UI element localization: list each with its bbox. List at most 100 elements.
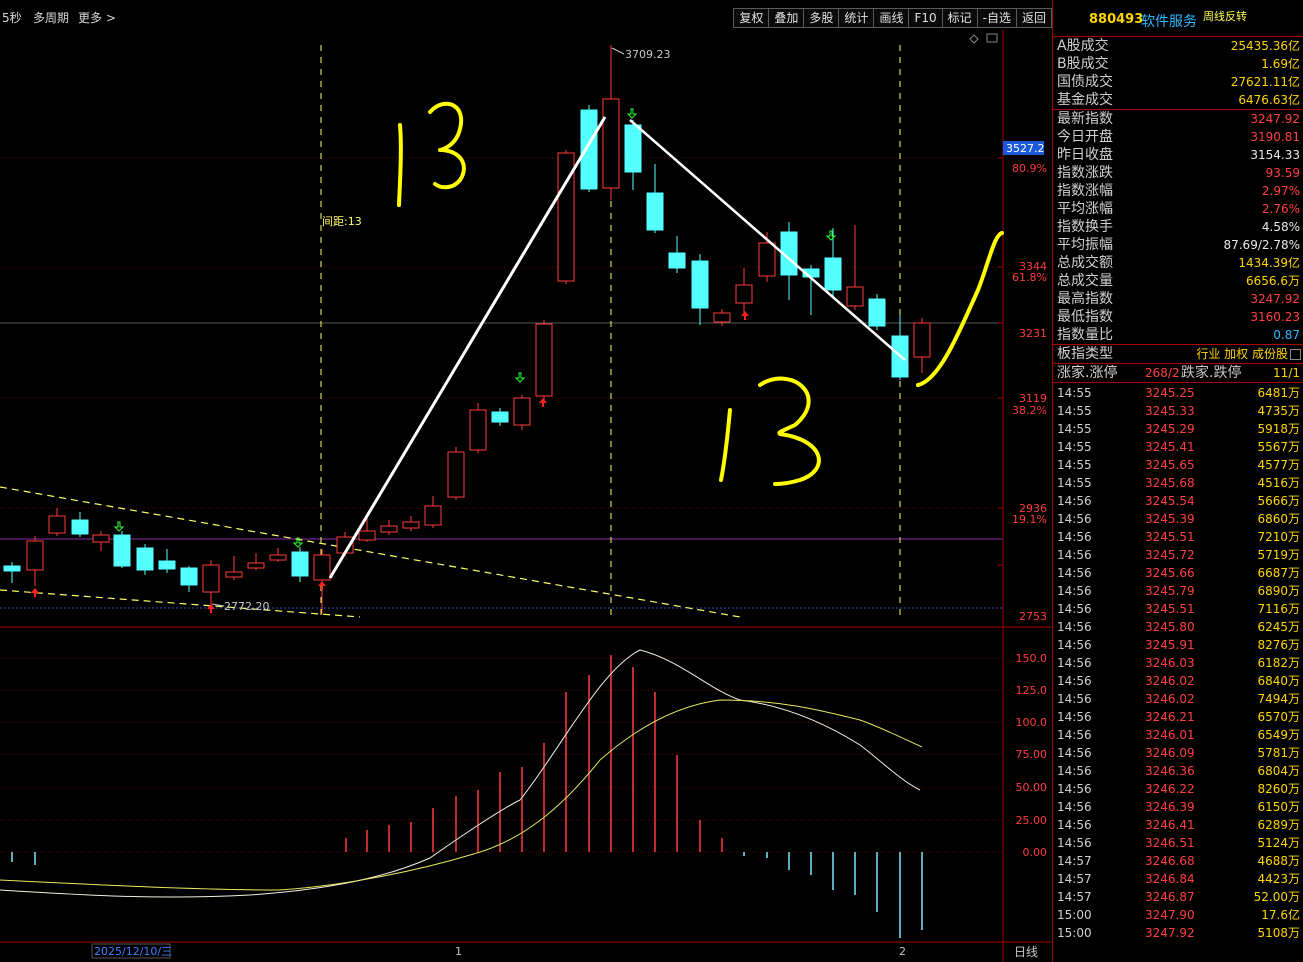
- tick-row: 14:55 3245.33 4735万: [1053, 402, 1303, 420]
- candle-body: [913, 322, 931, 358]
- tick-time: 14:57: [1057, 872, 1092, 886]
- candle-body: [824, 257, 842, 291]
- stat-value: 87.69/2.78%: [1223, 238, 1300, 252]
- tick-time: 14:56: [1057, 548, 1092, 562]
- tick-volume: 4516万: [1257, 476, 1300, 490]
- stat-label: 平均振幅: [1057, 237, 1113, 253]
- stat-row: 最高指数 3247.92: [1053, 290, 1303, 308]
- grid-icon[interactable]: [1290, 349, 1301, 360]
- candle-body: [846, 286, 864, 307]
- stat-label: 昨日收盘: [1057, 147, 1113, 163]
- tick-volume: 4735万: [1257, 404, 1300, 418]
- candle-body: [513, 397, 531, 426]
- stat-value: 3247.92: [1250, 292, 1300, 306]
- tick-row: 14:56 3246.22 8260万: [1053, 780, 1303, 798]
- candle-body: [158, 560, 176, 570]
- tick-price: 3246.39: [1145, 800, 1195, 814]
- tick-price: 3247.90: [1145, 908, 1195, 922]
- tick-row: 14:56 3246.51 5124万: [1053, 834, 1303, 852]
- tick-list[interactable]: 14:55 3245.25 6481万 14:55 3245.33 4735万 14:55 3…: [1053, 383, 1303, 942]
- stat-row: 最低指数 3160.23: [1053, 308, 1303, 326]
- tick-price: 3246.02: [1145, 674, 1195, 688]
- tick-volume: 6860万: [1257, 512, 1300, 526]
- tick-row: 14:56 3245.79 6890万: [1053, 582, 1303, 600]
- tick-price: 3245.79: [1145, 584, 1195, 598]
- tick-volume: 7116万: [1257, 602, 1300, 616]
- candle-body: [758, 242, 776, 277]
- period-label[interactable]: 日线: [1014, 945, 1038, 959]
- tick-price: 3246.36: [1145, 764, 1195, 778]
- tick-row: 14:57 3246.68 4688万: [1053, 852, 1303, 870]
- multi-period-button[interactable]: 多周期: [33, 9, 69, 26]
- tick-row: 15:00 3247.92 5108万: [1053, 924, 1303, 942]
- watchlist-button[interactable]: -自选: [976, 8, 1017, 28]
- ind-label: 50.00: [1016, 781, 1048, 794]
- mark-button[interactable]: 标记: [941, 8, 978, 28]
- candle-body: [646, 192, 664, 231]
- ind-label: 25.00: [1016, 814, 1048, 827]
- candle-body: [624, 124, 642, 173]
- tick-time: 14:56: [1057, 818, 1092, 832]
- candle-body: [291, 551, 309, 577]
- stat-row: 指数换手 4.58%: [1053, 218, 1303, 236]
- stat-label: 最新指数: [1057, 111, 1113, 127]
- tick-price: 3246.09: [1145, 746, 1195, 760]
- more-button[interactable]: 更多 >: [78, 9, 116, 26]
- stat-label: 指数涨幅: [1057, 183, 1113, 199]
- candle-body: [602, 98, 620, 189]
- market-turnover-list: A股成交 25435.36亿 B股成交 1.69亿 国债成交 27621.11亿 基金成交 6…: [1053, 37, 1303, 109]
- tick-volume: 5666万: [1257, 494, 1300, 508]
- stat-value: 3247.92: [1250, 112, 1300, 126]
- date-label: 2025/12/10/三: [94, 945, 172, 958]
- overlay-button[interactable]: 叠加: [768, 8, 805, 28]
- tick-price: 3245.33: [1145, 404, 1195, 418]
- kline-chart[interactable]: 3709.23 2772.20 间距:13 3527.2 80.9% 3344 …: [0, 30, 1052, 962]
- tick-time: 14:56: [1057, 602, 1092, 616]
- tick-volume: 6182万: [1257, 656, 1300, 670]
- candle-body: [491, 411, 509, 423]
- candle-body: [424, 505, 442, 526]
- index-name: 软件服务: [1141, 14, 1197, 30]
- stat-row: 昨日收盘 3154.33: [1053, 146, 1303, 164]
- tick-time: 14:56: [1057, 566, 1092, 580]
- f10-button[interactable]: F10: [908, 8, 943, 28]
- period-button[interactable]: 5秒: [2, 9, 22, 26]
- stat-value: 0.87: [1273, 328, 1300, 342]
- tick-row: 14:56 3246.09 5781万: [1053, 744, 1303, 762]
- tick-time: 15:00: [1057, 926, 1092, 940]
- candle-body: [535, 323, 553, 397]
- stats-button[interactable]: 统计: [838, 8, 875, 28]
- tick-row: 14:57 3246.84 4423万: [1053, 870, 1303, 888]
- multi-stock-button[interactable]: 多股: [803, 8, 840, 28]
- tick-volume: 52.00万: [1253, 890, 1300, 904]
- back-button[interactable]: 返回: [1015, 8, 1052, 28]
- tick-volume: 5781万: [1257, 746, 1300, 760]
- high-price-label: 3709.23: [625, 48, 671, 61]
- stat-value: 25435.36亿: [1230, 39, 1300, 53]
- tick-volume: 5567万: [1257, 440, 1300, 454]
- stat-label: 总成交量: [1057, 273, 1113, 289]
- tick-volume: 5108万: [1257, 926, 1300, 940]
- stat-value: 2.76%: [1261, 202, 1300, 216]
- tick-time: 14:56: [1057, 710, 1092, 724]
- fuquan-button[interactable]: 复权: [733, 8, 770, 28]
- tick-time: 14:56: [1057, 656, 1092, 670]
- tick-row: 14:56 3246.21 6570万: [1053, 708, 1303, 726]
- tick-row: 14:55 3245.25 6481万: [1053, 384, 1303, 402]
- stat-value: 93.59: [1265, 166, 1300, 180]
- stat-value: 27621.11亿: [1230, 75, 1300, 89]
- candle-body: [380, 525, 398, 533]
- tick-volume: 6570万: [1257, 710, 1300, 724]
- tick-time: 14:56: [1057, 584, 1092, 598]
- tick-row: 14:55 3245.65 4577万: [1053, 456, 1303, 474]
- price-tag-label: 3527.2: [1006, 142, 1045, 155]
- tick-time: 14:56: [1057, 638, 1092, 652]
- tick-volume: 4688万: [1257, 854, 1300, 868]
- tick-price: 3245.72: [1145, 548, 1195, 562]
- board-type-value[interactable]: 行业 加权 成份股: [1196, 345, 1288, 363]
- tick-time: 14:55: [1057, 476, 1092, 490]
- tick-price: 3246.03: [1145, 656, 1195, 670]
- draw-line-button[interactable]: 画线: [873, 8, 910, 28]
- candle-body: [92, 534, 110, 543]
- stat-row: 总成交量 6656.6万: [1053, 272, 1303, 290]
